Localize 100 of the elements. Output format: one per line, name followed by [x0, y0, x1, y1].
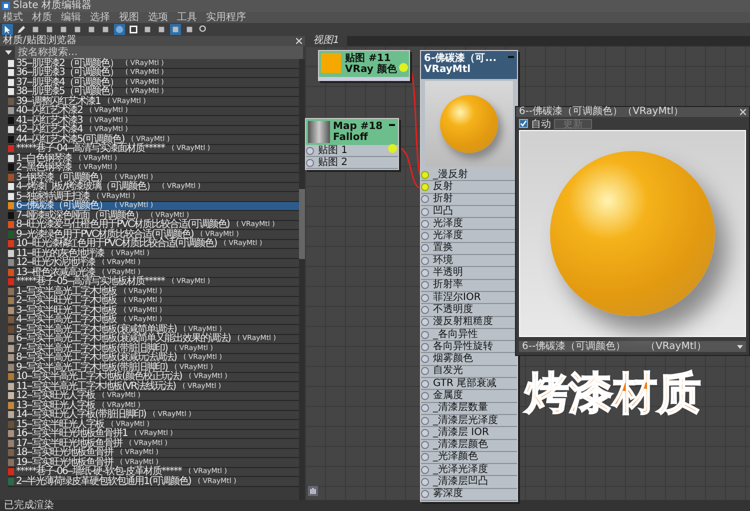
- slot-label: 折射: [433, 194, 453, 204]
- slot-label: 烟雾颜色: [433, 354, 473, 364]
- material-name: 19--写实旺光地板鱼骨拼: [16, 458, 113, 467]
- material-name: 7--哑漆或深色哑面（可调颜色）: [16, 210, 144, 220]
- output-port-icon[interactable]: [399, 63, 408, 72]
- slot-label: _清漆层凹凸: [433, 477, 488, 488]
- material-node[interactable]: 6-佛碳漆（可... VRayMtl _漫反射 反射 折射 凹凸 光泽度 光泽度 置换 环境 半透明 折射率 菲涅尔IOR 不透明度 漫反射粗糙度 _各向异性 各向异性旋转 烟雾颜色 自发光 GTR 尾部衰减 金属度 _清漆层数量 _清漆层光泽度 _清漆层 IOR _清漆层颜色 _光泽颜色 _光泽光泽度 _清漆层凹凸 雾深度: [420, 50, 518, 502]
- port-icon[interactable]: [421, 355, 429, 364]
- port-icon[interactable]: [421, 404, 429, 412]
- port-icon[interactable]: [306, 158, 314, 166]
- port-icon[interactable]: [421, 380, 429, 388]
- view-tab[interactable]: 视图1: [305, 36, 348, 46]
- input-slot[interactable]: _清漆层数量: [421, 402, 517, 415]
- material-name: 14--写实旺光人字板(带脏旧脚印): [16, 410, 146, 420]
- port-icon[interactable]: [421, 220, 429, 228]
- pointer-icon[interactable]: [2, 24, 13, 35]
- slot-label: 漫反射粗糙度: [433, 317, 493, 328]
- menu-item[interactable]: 编辑: [61, 12, 81, 23]
- material-name: 9--写实半高光工字木地板(带脏旧脚印): [16, 362, 168, 372]
- port-icon[interactable]: [421, 490, 429, 498]
- color-map-node[interactable]: 贴图 #11 VRay 颜色: [318, 50, 410, 81]
- port-icon[interactable]: [421, 416, 429, 425]
- zoom-icon[interactable]: [198, 24, 209, 35]
- port-icon[interactable]: [421, 306, 429, 314]
- input-slot[interactable]: 雾深度: [421, 488, 517, 502]
- slot-label: _清漆层 IOR: [433, 428, 489, 438]
- input-slot[interactable]: _清漆层光泽度: [421, 414, 517, 428]
- material-name: 38--肌理漆5（可调颜色）: [16, 87, 118, 96]
- material-name: 3--钢琴漆（可调颜色）: [16, 172, 108, 182]
- falloff-thumbnail: [308, 121, 330, 143]
- material-name: 13--写实旺光人字板: [16, 400, 95, 410]
- slot-label: _光泽光泽度: [433, 464, 488, 475]
- slot-label: 光泽度: [433, 218, 463, 229]
- input-slot[interactable]: _清漆层凹凸: [421, 476, 517, 489]
- port-icon[interactable]: [421, 256, 429, 265]
- menu-item[interactable]: 实用程序: [206, 12, 246, 23]
- input-slot[interactable]: 贴图 1: [306, 145, 398, 157]
- close-icon[interactable]: [740, 109, 746, 115]
- material-name: 2--黑色钢琴漆: [16, 163, 72, 172]
- port-icon[interactable]: [421, 244, 429, 252]
- material-name: *****巷子-05--高清写实地板材质*****: [16, 277, 165, 286]
- port-icon[interactable]: [421, 232, 429, 240]
- port-icon[interactable]: [421, 441, 429, 450]
- input-slot[interactable]: _清漆层颜色: [421, 440, 517, 452]
- auto-checkbox[interactable]: [519, 119, 528, 128]
- node-type: VRayMtl: [424, 64, 471, 75]
- material-dropdown[interactable]: 6--佛碳漆（可调颜色） （VRayMtl）: [519, 341, 746, 352]
- port-icon[interactable]: [421, 342, 429, 351]
- caret-icon: [737, 344, 743, 348]
- input-slot[interactable]: GTR 尾部衰减: [421, 378, 517, 390]
- menu-item[interactable]: 选项: [148, 12, 168, 23]
- port-icon[interactable]: [421, 318, 429, 326]
- input-slot[interactable]: _光泽光泽度: [421, 464, 517, 476]
- status-text: 已完成渲染: [4, 500, 54, 511]
- search-field[interactable]: 按名称搜索...: [15, 46, 303, 59]
- port-icon[interactable]: [306, 146, 314, 154]
- port-icon[interactable]: [421, 453, 429, 462]
- port-icon[interactable]: [421, 428, 429, 437]
- port-icon[interactable]: [421, 208, 429, 216]
- port-icon[interactable]: [421, 281, 429, 290]
- port-icon[interactable]: [421, 269, 429, 278]
- port-icon[interactable]: [421, 392, 429, 400]
- port-icon[interactable]: [421, 478, 429, 486]
- node-title: 贴图 #11: [345, 53, 391, 64]
- input-slot[interactable]: 金属度: [421, 390, 517, 403]
- material-name: 16--写实半旺光地板鱼骨拼1: [16, 429, 128, 438]
- slot-label: GTR 尾部衰减: [433, 378, 497, 389]
- falloff-node[interactable]: Map #18 Falloff 贴图 1 贴图 2: [305, 118, 399, 170]
- material-name: 35--肌理漆2（可调颜色）: [16, 58, 118, 68]
- port-icon[interactable]: [421, 367, 429, 376]
- square-icon[interactable]: [128, 24, 139, 35]
- port-icon[interactable]: [421, 182, 429, 191]
- scrollbar[interactable]: [299, 59, 305, 500]
- menu-item[interactable]: 工具: [177, 12, 197, 23]
- port-icon[interactable]: [421, 170, 429, 179]
- menu-item[interactable]: 选择: [90, 12, 110, 23]
- output-port-icon[interactable]: [388, 144, 397, 153]
- menu-item[interactable]: 视图: [119, 12, 139, 23]
- menu-item[interactable]: 材质: [32, 12, 52, 23]
- pan-icon[interactable]: [308, 486, 318, 496]
- material-name: 6--写实半高光工字木地板(衰减简单又能出效果的调法): [16, 334, 230, 344]
- slot-label: 不透明度: [433, 304, 473, 315]
- input-slot[interactable]: 烟雾颜色: [421, 353, 517, 366]
- input-slot[interactable]: 贴图 2: [306, 157, 398, 169]
- material-name: 2--半光薄荷绿皮革硬包软包通用1(可调颜色): [16, 476, 191, 486]
- close-icon[interactable]: [296, 38, 302, 44]
- panel-title: 材质/贴图浏览器: [3, 36, 76, 46]
- node-title: 6-佛碳漆（可...: [424, 53, 497, 64]
- material-name: 40--闪红艺术漆2: [16, 106, 82, 116]
- input-slot[interactable]: 自发光: [421, 366, 517, 378]
- port-icon[interactable]: [421, 294, 429, 302]
- slot-label: _清漆层光泽度: [433, 416, 498, 426]
- material-name: 11--旺光的灰色地坪漆: [16, 248, 104, 258]
- port-icon[interactable]: [421, 330, 429, 338]
- menu-item[interactable]: 模式: [3, 12, 23, 23]
- input-slot[interactable]: _清漆层 IOR: [421, 427, 517, 440]
- port-icon[interactable]: [421, 195, 429, 204]
- input-slot[interactable]: _光泽颜色: [421, 452, 517, 464]
- port-icon[interactable]: [421, 466, 429, 474]
- slot-label: 置换: [433, 243, 453, 254]
